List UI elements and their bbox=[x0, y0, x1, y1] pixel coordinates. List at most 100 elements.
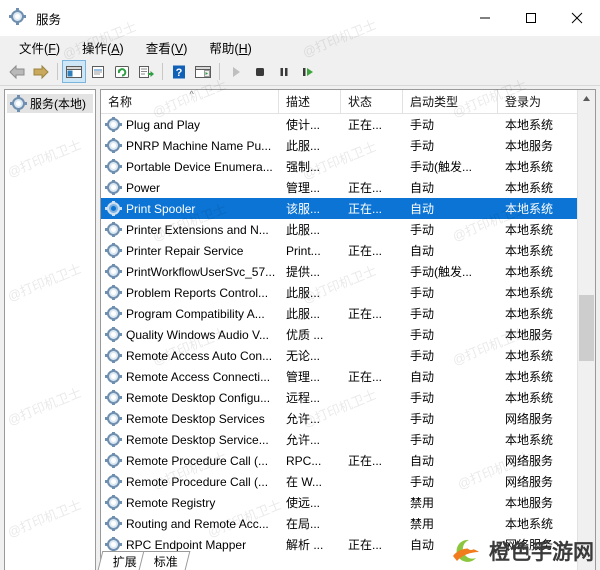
show-action-pane-icon[interactable] bbox=[191, 60, 215, 83]
start-service-icon[interactable] bbox=[224, 60, 248, 83]
toolbar-separator bbox=[57, 63, 58, 80]
gear-icon bbox=[105, 432, 122, 447]
cell-text: 本地系统 bbox=[505, 181, 554, 195]
menu-bar: 文件(F) 操作(A) 查看(V) 帮助(H) bbox=[0, 36, 600, 58]
tree-item-services-local[interactable]: 服务(本地) bbox=[7, 94, 93, 113]
cell-startup: 自动 bbox=[403, 368, 498, 385]
table-row[interactable]: PrintWorkflowUserSvc_57... 提供... 手动(触发... 本… bbox=[101, 261, 595, 282]
cell-text: 管理... bbox=[286, 370, 321, 384]
cell-logon: 本地系统 bbox=[498, 305, 580, 322]
cell-text: 自动 bbox=[410, 244, 435, 258]
column-header-description[interactable]: 描述 bbox=[279, 90, 341, 113]
table-row[interactable]: Remote Procedure Call (... 在 W... 手动 网络服务 bbox=[101, 471, 595, 492]
cell-text: 手动 bbox=[410, 139, 435, 153]
tab-extended-label: 扩展 bbox=[112, 554, 137, 569]
cell-description: 管理... bbox=[279, 368, 341, 385]
gear-icon bbox=[105, 390, 122, 405]
refresh-icon[interactable] bbox=[110, 60, 134, 83]
restart-service-icon[interactable] bbox=[296, 60, 320, 83]
column-header-name[interactable]: 名称 ^ bbox=[101, 89, 279, 113]
cell-name: Remote Access Connecti... bbox=[101, 369, 279, 384]
table-row[interactable]: PNRP Machine Name Pu... 此服... 手动 本地服务 bbox=[101, 135, 595, 156]
cell-name: Remote Access Auto Con... bbox=[101, 348, 279, 363]
table-row[interactable]: Printer Repair Service Print... 正在... 自动 本地系… bbox=[101, 240, 595, 261]
cell-text: 本地系统 bbox=[505, 286, 554, 300]
vertical-scrollbar[interactable] bbox=[577, 90, 595, 570]
app-gear-icon bbox=[9, 8, 28, 27]
cell-logon: 本地系统 bbox=[498, 158, 580, 175]
gear-icon bbox=[105, 327, 122, 342]
menu-action[interactable]: 操作(A) bbox=[71, 36, 135, 59]
cell-startup: 手动 bbox=[403, 305, 498, 322]
table-row[interactable]: Remote Registry 使远... 禁用 本地服务 bbox=[101, 492, 595, 513]
cell-text: 无论... bbox=[286, 349, 321, 363]
cell-text: 正在... bbox=[348, 181, 383, 195]
cell-text: 提供... bbox=[286, 265, 321, 279]
cell-text: 网络服务 bbox=[505, 454, 554, 468]
show-hide-console-tree-icon[interactable] bbox=[62, 60, 86, 83]
cell-description: 提供... bbox=[279, 263, 341, 280]
maximize-button[interactable] bbox=[508, 0, 554, 36]
table-row[interactable]: Printer Extensions and N... 此服... 手动 本地系统 bbox=[101, 219, 595, 240]
table-row[interactable]: Remote Access Auto Con... 无论... 手动 本地系统 bbox=[101, 345, 595, 366]
cell-description: 优质 ... bbox=[279, 326, 341, 343]
table-row[interactable]: Remote Desktop Services 允许... 手动 网络服务 bbox=[101, 408, 595, 429]
scroll-up-button[interactable] bbox=[578, 90, 595, 107]
cell-logon: 本地系统 bbox=[498, 263, 580, 280]
column-header-startup[interactable]: 启动类型 bbox=[403, 90, 498, 113]
cell-text: Print... bbox=[286, 243, 321, 258]
table-row[interactable]: Remote Procedure Call (... RPC... 正在... 自动 网… bbox=[101, 450, 595, 471]
cell-text: Quality Windows Audio V... bbox=[126, 327, 269, 342]
cell-text: 本地系统 bbox=[505, 433, 554, 447]
gear-icon bbox=[105, 453, 122, 468]
export-list-icon[interactable] bbox=[134, 60, 158, 83]
properties-icon[interactable] bbox=[86, 60, 110, 83]
cell-startup: 禁用 bbox=[403, 494, 498, 511]
scrollbar-thumb[interactable] bbox=[579, 295, 594, 361]
cell-text: 本地系统 bbox=[505, 118, 554, 132]
cell-description: 此服... bbox=[279, 284, 341, 301]
table-row[interactable]: Routing and Remote Acc... 在局... 禁用 本地系统 bbox=[101, 513, 595, 534]
table-row[interactable]: Plug and Play 使计... 正在... 手动 本地系统 bbox=[101, 114, 595, 135]
cell-description: 管理... bbox=[279, 179, 341, 196]
cell-logon: 本地系统 bbox=[498, 200, 580, 217]
tab-standard[interactable]: 标准 bbox=[138, 551, 191, 570]
table-row[interactable]: Print Spooler 该服... 正在... 自动 本地系统 bbox=[101, 198, 595, 219]
column-header-logon[interactable]: 登录为 bbox=[498, 90, 580, 113]
cell-startup: 自动 bbox=[403, 200, 498, 217]
cell-startup: 自动 bbox=[403, 179, 498, 196]
table-row[interactable]: Remote Desktop Configu... 远程... 手动 本地系统 bbox=[101, 387, 595, 408]
menu-view[interactable]: 查看(V) bbox=[135, 36, 199, 59]
cell-logon: 本地系统 bbox=[498, 179, 580, 196]
cell-text: 本地服务 bbox=[505, 139, 554, 153]
table-row[interactable]: Power 管理... 正在... 自动 本地系统 bbox=[101, 177, 595, 198]
close-button[interactable] bbox=[554, 0, 600, 36]
menu-help[interactable]: 帮助(H) bbox=[198, 36, 262, 59]
table-row[interactable]: Remote Desktop Service... 允许... 手动 本地系统 bbox=[101, 429, 595, 450]
table-row[interactable]: Remote Access Connecti... 管理... 正在... 自动 本地系… bbox=[101, 366, 595, 387]
cell-text: Printer Repair Service bbox=[126, 243, 244, 258]
minimize-button[interactable] bbox=[462, 0, 508, 36]
table-row[interactable]: Quality Windows Audio V... 优质 ... 手动 本地服务 bbox=[101, 324, 595, 345]
forward-icon[interactable] bbox=[29, 60, 53, 83]
column-header-status[interactable]: 状态 bbox=[341, 90, 403, 113]
pause-service-icon[interactable] bbox=[272, 60, 296, 83]
cell-text: 允许... bbox=[286, 412, 321, 426]
table-row[interactable]: Program Compatibility A... 此服... 正在... 手动 本地… bbox=[101, 303, 595, 324]
cell-text: 此服... bbox=[286, 286, 321, 300]
cell-logon: 本地系统 bbox=[498, 368, 580, 385]
cell-text: Remote Registry bbox=[126, 495, 216, 510]
cell-text: 正在... bbox=[348, 244, 383, 258]
gear-icon bbox=[105, 201, 122, 216]
table-row[interactable]: Problem Reports Control... 此服... 手动 本地系统 bbox=[101, 282, 595, 303]
gear-icon bbox=[105, 474, 122, 489]
cell-startup: 手动 bbox=[403, 326, 498, 343]
back-icon[interactable] bbox=[5, 60, 29, 83]
services-list[interactable]: Plug and Play 使计... 正在... 手动 本地系统 PNRP Machin… bbox=[101, 114, 595, 570]
cell-text: 手动 bbox=[410, 328, 435, 342]
table-row[interactable]: Portable Device Enumera... 强制... 手动(触发... 本… bbox=[101, 156, 595, 177]
cell-text: 本地系统 bbox=[505, 391, 554, 405]
help-icon[interactable]: ? bbox=[167, 60, 191, 83]
stop-service-icon[interactable] bbox=[248, 60, 272, 83]
menu-file[interactable]: 文件(F) bbox=[8, 36, 71, 59]
